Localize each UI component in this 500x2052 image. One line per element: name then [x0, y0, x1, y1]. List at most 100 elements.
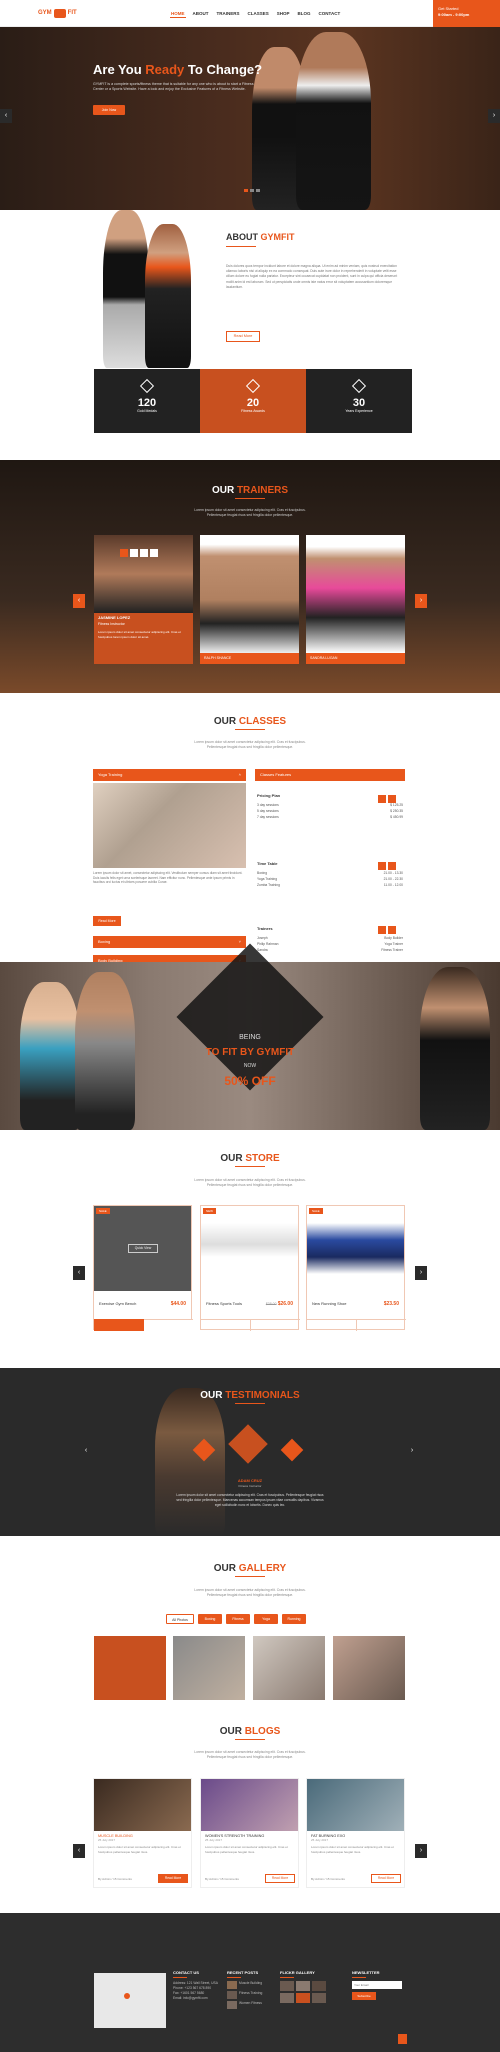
blogs-prev-arrow[interactable]: ‹ — [73, 1844, 85, 1858]
footer-post[interactable]: Muscle Building — [227, 1981, 277, 1989]
flickr-image[interactable] — [280, 1981, 294, 1991]
trainer-photo — [306, 535, 405, 653]
pricing-prev-icon[interactable] — [378, 795, 386, 803]
nav-classes[interactable]: CLASSES — [247, 10, 270, 18]
google-plus-icon[interactable] — [150, 549, 158, 557]
hero-dot[interactable] — [250, 189, 254, 192]
footer-email[interactable]: Email: info@gymfit.com — [173, 1996, 223, 2001]
blog-card[interactable]: FAT BURNING EXO 25 July 2017 Lorem ipsum… — [306, 1778, 405, 1888]
testimonials-prev-arrow[interactable]: ‹ — [80, 1444, 92, 1458]
timetable-prev-icon[interactable] — [378, 862, 386, 870]
nav-blog[interactable]: BLOG — [297, 10, 312, 18]
cart-icon[interactable] — [94, 1319, 144, 1331]
logo-text-left: GYM — [38, 10, 52, 16]
about-read-more-button[interactable]: Read More — [226, 331, 260, 342]
testimonial-role: Fitness Instructor — [238, 1484, 262, 1488]
nav-shop[interactable]: SHOP — [276, 10, 291, 18]
product-image — [201, 1206, 298, 1291]
pricing-next-icon[interactable] — [388, 795, 396, 803]
hero-dot[interactable] — [256, 189, 260, 192]
flickr-image[interactable] — [280, 1993, 294, 2003]
product-info: Fitness Sports Tools $38.00 $26.00 — [201, 1291, 298, 1307]
blog-meta: By Admin / 15 Comments — [98, 1877, 132, 1881]
blog-date: 25 July 2017 — [205, 1838, 223, 1842]
trainer-name: JASMINE LOPEZ — [98, 615, 131, 620]
twitter-icon[interactable] — [130, 549, 138, 557]
footer-divider — [173, 1977, 187, 1978]
blog-card[interactable]: WOMEN'S STRENGTH TRAINING 25 July 2017 L… — [200, 1778, 299, 1888]
timetable-next-icon[interactable] — [388, 862, 396, 870]
footer-contact: CONTACT US Address: 121 Wall Street, USA… — [173, 1970, 223, 2001]
product-card[interactable]: NEW Fitness Sports Tools $38.00 $26.00 — [200, 1205, 300, 1331]
gallery-tab-running[interactable]: Running — [282, 1614, 306, 1624]
accordion-yoga-header[interactable]: Yoga Training ˄ — [93, 769, 246, 781]
trainers-prev-arrow[interactable]: ‹ — [73, 594, 85, 608]
footer-map[interactable] — [94, 1973, 166, 2028]
trainers-subtitle: Lorem ipsum dolor sit amet consectetur a… — [194, 508, 306, 517]
nav-contact[interactable]: CONTACT — [318, 10, 342, 18]
quick-view-button[interactable]: Quick View — [128, 1244, 158, 1253]
store-next-arrow[interactable]: › — [415, 1266, 427, 1280]
trainers-next-icon[interactable] — [388, 926, 396, 934]
flickr-image[interactable] — [312, 1993, 326, 2003]
header-cta[interactable]: Get Started 9:00am - 9:00pm — [433, 0, 500, 27]
scroll-to-top-button[interactable] — [398, 2034, 407, 2044]
hero-prev-arrow[interactable]: ‹ — [0, 109, 12, 123]
hero-next-arrow[interactable]: › — [488, 109, 500, 123]
heart-icon[interactable] — [251, 1320, 300, 1331]
hero-slider: ‹ › — [0, 27, 500, 210]
store-prev-arrow[interactable]: ‹ — [73, 1266, 85, 1280]
about-woman-image — [145, 224, 191, 368]
map-pin-icon — [124, 1993, 130, 1999]
gallery-image[interactable] — [253, 1636, 325, 1700]
post-thumb — [227, 2001, 237, 2009]
cart-icon[interactable] — [307, 1320, 357, 1331]
footer-post[interactable]: Women Fitness — [227, 2001, 277, 2009]
gallery-image[interactable] — [333, 1636, 405, 1700]
linkedin-icon[interactable] — [140, 549, 148, 557]
gallery-tab-all[interactable]: All Photos — [166, 1614, 194, 1624]
facebook-icon[interactable] — [120, 549, 128, 557]
gallery-image[interactable] — [173, 1636, 245, 1700]
hero-man-image — [296, 32, 371, 210]
gallery-tab-yoga[interactable]: Yoga — [254, 1614, 278, 1624]
blog-card[interactable]: MUSCLE BUILDING 25 July 2017 Lorem ipsum… — [93, 1778, 192, 1888]
product-card[interactable]: SALE Quick View Exercise Gym Bench $44.0… — [93, 1205, 193, 1331]
heart-icon[interactable] — [143, 1319, 193, 1331]
trainers-prev-icon[interactable] — [378, 926, 386, 934]
hero-join-button[interactable]: Join Now — [93, 105, 125, 115]
nav-about[interactable]: ABOUT — [192, 10, 210, 18]
product-card[interactable]: SALE New Running Shoe $23.50 — [306, 1205, 406, 1331]
cart-icon[interactable] — [201, 1320, 251, 1331]
blog-excerpt: Lorem ipsum dolor sit amet consectetur a… — [98, 1845, 181, 1854]
newsletter-subscribe-button[interactable]: Subscribe — [352, 1992, 376, 2000]
classes-read-more-button[interactable]: Read More — [93, 916, 121, 926]
trainer-card[interactable]: SANDRA LUGAN — [306, 535, 405, 664]
newsletter-email-input[interactable] — [352, 1981, 402, 1989]
blog-read-more-button[interactable]: Read More — [265, 1874, 295, 1883]
gallery-tab-fitness[interactable]: Fitness — [226, 1614, 250, 1624]
logo[interactable]: GYM FIT — [38, 6, 84, 20]
flickr-image[interactable] — [296, 1981, 310, 1991]
testimonials-divider — [235, 1403, 265, 1404]
footer-post[interactable]: Fitness Training — [227, 1991, 277, 1999]
gallery-tab-boxing[interactable]: Boxing — [198, 1614, 222, 1624]
flickr-image[interactable] — [296, 1993, 310, 2003]
flickr-image[interactable] — [312, 1981, 326, 1991]
nav-trainers[interactable]: TRAINERS — [216, 10, 241, 18]
trainer-card[interactable]: JASMINE LOPEZ Fitness Instructor Lorem i… — [94, 535, 193, 664]
footer-newsletter-title: NEWSLETTER — [352, 1970, 380, 1975]
gallery-image[interactable] — [94, 1636, 166, 1700]
hero-dot[interactable] — [244, 189, 248, 192]
blogs-next-arrow[interactable]: › — [415, 1844, 427, 1858]
nav-home[interactable]: HOME — [170, 10, 186, 18]
accordion-boxing-header[interactable]: Boxing ˅ — [93, 936, 246, 948]
trainer-card[interactable]: RALPH SHANCE — [200, 535, 299, 664]
heart-icon[interactable] — [357, 1320, 406, 1331]
stat-label: Gold Medals — [137, 409, 157, 413]
blog-read-more-button[interactable]: Read More — [371, 1874, 401, 1883]
blog-read-more-button[interactable]: Read More — [158, 1874, 188, 1883]
testimonials-next-arrow[interactable]: › — [406, 1444, 418, 1458]
hero-title: Are You Ready To Change? — [93, 62, 263, 77]
trainers-next-arrow[interactable]: › — [415, 594, 427, 608]
